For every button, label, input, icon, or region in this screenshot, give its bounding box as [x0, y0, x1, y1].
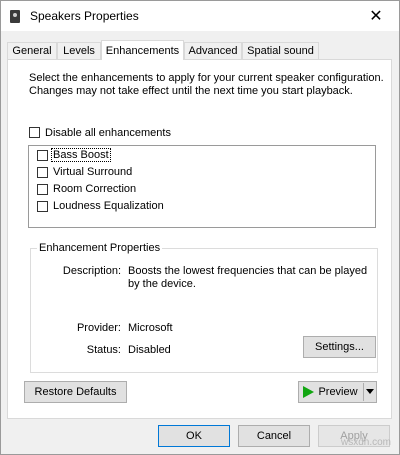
play-icon	[303, 386, 315, 398]
provider-value: Microsoft	[128, 322, 173, 334]
close-icon: ✕	[369, 8, 383, 25]
preview-divider	[363, 383, 364, 401]
status-label: Status:	[86, 344, 121, 356]
provider-label: Provider:	[76, 322, 121, 334]
properties-window: Speakers Properties ✕ General Levels Enh…	[0, 0, 400, 455]
description-value: Boosts the lowest frequencies that can b…	[128, 265, 368, 290]
virtual-surround-checkbox[interactable]	[37, 167, 48, 178]
tab-spatial-sound[interactable]: Spatial sound	[242, 42, 319, 59]
ok-button[interactable]: OK	[158, 425, 230, 447]
tab-general[interactable]: General	[7, 42, 57, 59]
tab-levels[interactable]: Levels	[57, 42, 101, 59]
settings-button[interactable]: Settings...	[303, 336, 376, 358]
enhancements-list[interactable]: Bass Boost Virtual Surround Room Correct…	[28, 145, 376, 228]
room-correction-checkbox[interactable]	[37, 184, 48, 195]
enhancements-panel: Select the enhancements to apply for you…	[7, 59, 392, 419]
intro-text: Select the enhancements to apply for you…	[29, 72, 384, 97]
bass-boost-checkbox[interactable]	[37, 150, 48, 161]
close-button[interactable]: ✕	[353, 1, 399, 31]
room-correction-label: Room Correction	[53, 183, 137, 195]
watermark-text: wsxdn.com	[340, 437, 391, 448]
loudness-equalization-checkbox[interactable]	[37, 201, 48, 212]
cancel-button[interactable]: Cancel	[238, 425, 310, 447]
restore-defaults-button[interactable]: Restore Defaults	[24, 381, 127, 403]
virtual-surround-label: Virtual Surround	[53, 166, 133, 178]
preview-button[interactable]: Preview	[299, 382, 362, 402]
window-title: Speakers Properties	[30, 9, 139, 23]
enhancement-properties-group: Enhancement Properties Description: Boos…	[30, 242, 378, 373]
title-bar[interactable]: Speakers Properties ✕	[1, 1, 399, 31]
chevron-down-icon[interactable]	[366, 389, 374, 394]
preview-split-button[interactable]: Preview	[298, 381, 377, 403]
tab-advanced[interactable]: Advanced	[184, 42, 242, 59]
group-title: Enhancement Properties	[37, 242, 163, 254]
speaker-icon	[10, 10, 20, 23]
preview-label: Preview	[318, 386, 358, 398]
bass-boost-label: Bass Boost	[51, 148, 111, 162]
tab-enhancements[interactable]: Enhancements	[101, 40, 184, 60]
description-label: Description:	[62, 265, 121, 277]
disable-all-label: Disable all enhancements	[45, 127, 171, 139]
disable-all-checkbox[interactable]	[29, 127, 40, 138]
loudness-equalization-label: Loudness Equalization	[53, 200, 164, 212]
